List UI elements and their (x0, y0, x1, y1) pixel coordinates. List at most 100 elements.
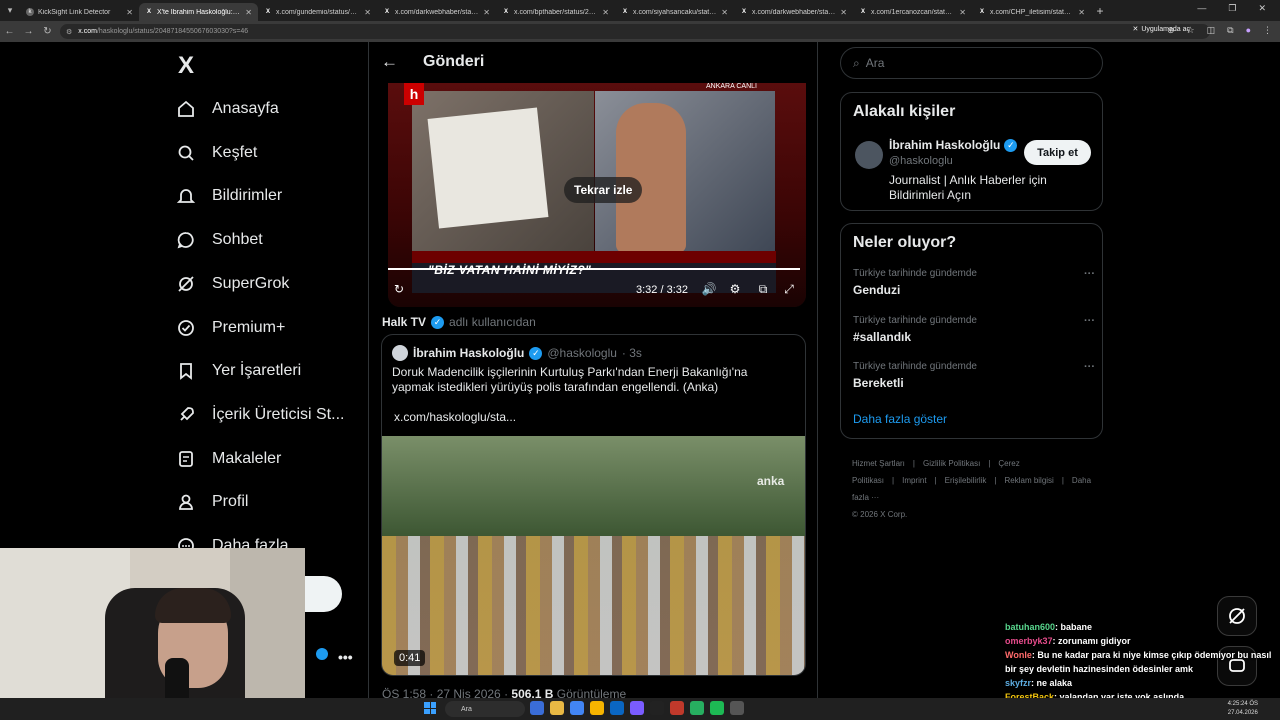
extensions-icon[interactable]: ⧉ (1227, 25, 1233, 36)
taskbar-search[interactable]: Ara (445, 701, 525, 717)
quote-video[interactable]: anka 0:41 (382, 436, 805, 675)
browser-tab[interactable]: Xx.com/bpthaber/status/20487 ✕ (496, 3, 615, 21)
discord-icon[interactable] (630, 701, 644, 715)
search-input[interactable]: ⌕ Ara (840, 47, 1103, 79)
show-more-link[interactable]: Daha fazla göster (853, 412, 947, 426)
footer-link[interactable]: Imprint (902, 476, 926, 485)
site-info-icon[interactable]: ⚙ (66, 28, 72, 36)
avatar[interactable] (392, 345, 408, 361)
trend-more-icon[interactable]: ··· (1084, 315, 1095, 327)
edge-icon[interactable] (610, 701, 624, 715)
forward-icon[interactable]: → (19, 26, 38, 37)
back-arrow-icon[interactable]: ← (381, 52, 398, 72)
person-name-row[interactable]: İbrahim Haskoloğlu ✓ (889, 138, 1018, 152)
replay-icon[interactable]: ↻ (390, 282, 408, 300)
close-pill-icon[interactable]: ✕ (1132, 25, 1138, 33)
tab-close-icon[interactable]: ✕ (959, 8, 966, 17)
browser-tab[interactable]: Xx.com/gundemio/status/20487 ✕ (258, 3, 377, 21)
replay-button[interactable]: Tekrar izle (564, 177, 643, 203)
app-green-icon[interactable] (690, 701, 704, 715)
volume-icon[interactable]: 🔊 (700, 282, 718, 300)
zoom-icon[interactable]: ⊕ (1167, 25, 1175, 36)
browser-tab[interactable]: Xx.com/darkwebhaber/status/2 ✕ (734, 3, 853, 21)
quoted-post-card[interactable]: İbrahim Haskoloğlu ✓ @haskologlu · 3s Do… (381, 334, 806, 676)
tab-close-icon[interactable]: ✕ (721, 8, 728, 17)
taskbar-clock[interactable]: 4:25:24 ÖS 27.04.2026 (1228, 700, 1258, 718)
nav-item-chat[interactable]: Sohbet (176, 220, 263, 260)
minimize-icon[interactable]: — (1197, 3, 1206, 14)
chrome-icon[interactable] (570, 701, 584, 715)
quote-link[interactable]: x.com/haskologlu/sta... (394, 410, 516, 424)
browser-tab[interactable]: Xx.com/CHP_iletisim/status/204 ✕ (972, 3, 1091, 21)
tab-close-icon[interactable]: ✕ (126, 8, 133, 17)
fullscreen-icon[interactable]: ⤢ (780, 282, 798, 300)
footer-link[interactable]: Hizmet Şartları (852, 459, 905, 468)
footer-link[interactable]: © 2026 X Corp. (852, 506, 1084, 523)
nav-item-bell[interactable]: Bildirimler (176, 176, 282, 216)
footer-link[interactable]: Erişilebilirlik (945, 476, 987, 485)
start-icon[interactable] (424, 702, 436, 714)
tab-list-icon[interactable]: ▾ (0, 0, 20, 21)
x-logo[interactable]: X (178, 52, 194, 80)
back-icon[interactable]: ← (0, 26, 19, 37)
profile-icon[interactable]: ● (1246, 25, 1251, 36)
tab-close-icon[interactable]: ✕ (602, 8, 609, 17)
nav-item-home[interactable]: Anasayfa (176, 89, 279, 129)
video-progress-bar[interactable] (388, 268, 800, 270)
nav-item-grok[interactable]: SuperGrok (176, 264, 289, 304)
browser-tab[interactable]: Xx.com/1ercanozcan/status/204 ✕ (853, 3, 972, 21)
trend-item[interactable]: Türkiye tarihinde gündemde #sallandık ··· (853, 315, 1095, 344)
new-tab-button[interactable]: + (1091, 4, 1109, 18)
browser-tab[interactable]: k KickSight Link Detector ✕ (20, 3, 139, 21)
app-gray-icon[interactable] (730, 701, 744, 715)
spotify-icon[interactable] (710, 701, 724, 715)
trend-more-icon[interactable]: ··· (1084, 268, 1095, 280)
chat-username[interactable]: batuhan600 (1005, 622, 1055, 632)
quote-author[interactable]: İbrahim Haskoloğlu (413, 346, 524, 360)
video-time: 3:32 / 3:32 (636, 284, 688, 296)
follow-button[interactable]: Takip et (1024, 140, 1091, 165)
window-controls: — ❐ ✕ (1197, 3, 1266, 14)
trend-item[interactable]: Türkiye tarihinde gündemde Genduzi ··· (853, 268, 1095, 297)
nav-item-article[interactable]: Makaleler (176, 439, 281, 479)
settings-icon[interactable]: ⚙ (726, 282, 744, 300)
chat-username[interactable]: omerbyk37 (1005, 636, 1053, 646)
tab-close-icon[interactable]: ✕ (840, 8, 847, 17)
pip-icon[interactable]: ⧉ (754, 282, 772, 300)
url-field[interactable]: ⚙ x.com /haskologlu/status/2048718455067… (60, 24, 1210, 39)
app-red-icon[interactable] (670, 701, 684, 715)
tab-close-icon[interactable]: ✕ (364, 8, 371, 17)
folder-icon[interactable] (590, 701, 604, 715)
footer-link[interactable]: Reklam bilgisi (1004, 476, 1053, 485)
tab-close-icon[interactable]: ✕ (245, 8, 252, 17)
footer-links: Hizmet Şartları | Gizlilik Politikası | Çere… (852, 455, 1092, 523)
trend-more-icon[interactable]: ··· (1084, 361, 1095, 373)
source-name[interactable]: Halk TV (382, 315, 426, 329)
account-more-icon[interactable]: ••• (338, 649, 353, 665)
browser-tab[interactable]: Xx.com/siyahsancaku/status/204 ✕ (615, 3, 734, 21)
nav-item-search[interactable]: Keşfet (176, 133, 257, 173)
nav-item-rocket[interactable]: İçerik Üreticisi St... (176, 395, 344, 435)
nav-item-premium[interactable]: Premium+ (176, 308, 285, 348)
close-window-icon[interactable]: ✕ (1258, 3, 1266, 14)
nav-item-person[interactable]: Profil (176, 482, 248, 522)
explorer-icon[interactable] (550, 701, 564, 715)
avatar[interactable] (855, 141, 883, 169)
browser-tab[interactable]: X X'te İbrahim Haskoloğlu: "Açık✕ (139, 3, 258, 21)
footer-link[interactable]: Gizlilik Politikası (923, 459, 980, 468)
browser-tab[interactable]: Xx.com/darkwebhaber/status/2 ✕ (377, 3, 496, 21)
bookmark-star-icon[interactable]: ☆ (1187, 25, 1195, 36)
reload-icon[interactable]: ↻ (38, 26, 57, 37)
chat-username[interactable]: skyfzr (1005, 678, 1031, 688)
sidebar-icon[interactable]: ◫ (1207, 25, 1216, 36)
maximize-icon[interactable]: ❐ (1228, 3, 1236, 14)
menu-icon[interactable]: ⋮ (1263, 25, 1272, 36)
trend-item[interactable]: Türkiye tarihinde gündemde Bereketli ··· (853, 361, 1095, 390)
news-video-player[interactable]: h ANKARA CANLI "BİZ VATAN HAİNİ MİYİZ?" … (388, 83, 806, 307)
files-icon[interactable] (530, 701, 544, 715)
chat-username[interactable]: Wonle (1005, 650, 1032, 660)
obs-icon[interactable] (650, 701, 664, 715)
tab-close-icon[interactable]: ✕ (1078, 8, 1085, 17)
nav-item-bookmark[interactable]: Yer İşaretleri (176, 351, 301, 391)
tab-close-icon[interactable]: ✕ (483, 8, 490, 17)
